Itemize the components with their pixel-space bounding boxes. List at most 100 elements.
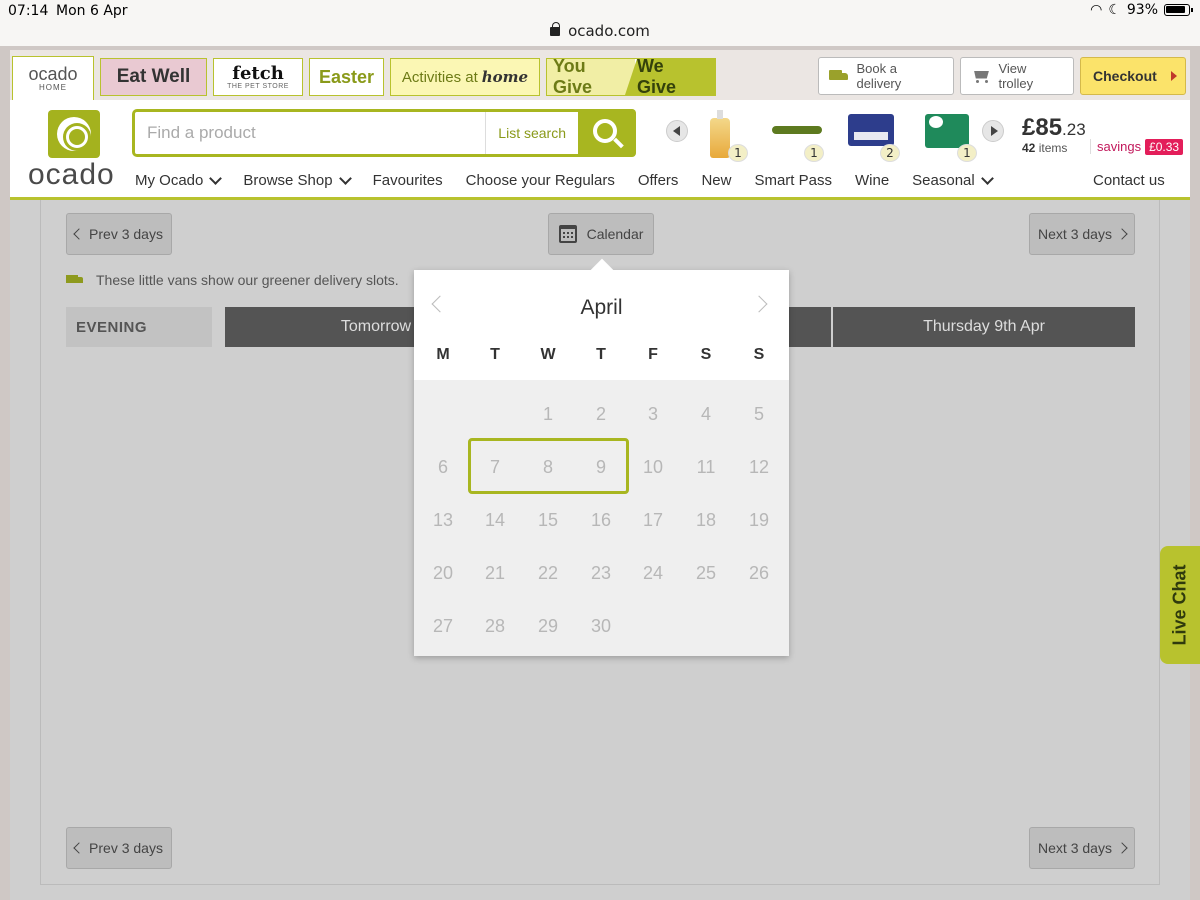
- calendar-month: April: [580, 296, 623, 319]
- trolley-product[interactable]: 1: [925, 110, 977, 162]
- tab-fetch[interactable]: fetch THE PET STORE: [213, 58, 303, 96]
- calendar-day[interactable]: 14: [475, 510, 515, 531]
- product-qty-badge: 1: [804, 144, 824, 162]
- yoghurt-pot-icon: [925, 114, 969, 148]
- calendar-day[interactable]: 18: [686, 510, 726, 531]
- calendar-day[interactable]: 27: [423, 616, 463, 637]
- book-delivery-button[interactable]: Book a delivery: [818, 57, 954, 95]
- hand-wash-bottle-icon: [710, 110, 730, 158]
- nav-favourites[interactable]: Favourites: [373, 172, 443, 189]
- nav-wine[interactable]: Wine: [855, 172, 889, 189]
- tab-activities-at-home[interactable]: Activities at home: [390, 58, 540, 96]
- chevron-right-icon: [1116, 228, 1128, 240]
- status-icons: ◠ ☾ 93%: [1090, 2, 1193, 18]
- search-button[interactable]: [578, 109, 636, 157]
- nav-browse-shop[interactable]: Browse Shop: [243, 171, 352, 189]
- calendar-day[interactable]: 6: [423, 457, 463, 478]
- day-header: Thursday 9th Apr: [833, 307, 1135, 347]
- calendar-day[interactable]: 15: [528, 510, 568, 531]
- calendar-day[interactable]: 19: [739, 510, 779, 531]
- search-bar: List search: [132, 109, 636, 157]
- calendar-button[interactable]: Calendar: [548, 213, 654, 255]
- calendar-day[interactable]: 21: [475, 563, 515, 584]
- logo-wordmark[interactable]: ocado: [28, 158, 115, 192]
- nav-my-ocado[interactable]: My Ocado: [135, 171, 223, 189]
- trolley-item-count: 42 items: [1022, 141, 1067, 155]
- trolley-total[interactable]: £85.23: [1022, 114, 1086, 142]
- calendar-day[interactable]: 17: [633, 510, 673, 531]
- logo-mark-icon: [57, 117, 91, 151]
- calendar-day[interactable]: 4: [686, 404, 726, 425]
- nav-label: Smart Pass: [754, 172, 832, 189]
- tab-eat-well[interactable]: Eat Well: [100, 58, 207, 96]
- calendar-day[interactable]: 24: [633, 563, 673, 584]
- nav-contact-us[interactable]: Contact us: [1093, 172, 1165, 189]
- calendar-day[interactable]: 23: [581, 563, 621, 584]
- tab-easter[interactable]: Easter: [309, 58, 384, 96]
- nav-seasonal[interactable]: Seasonal: [912, 171, 994, 189]
- calendar-day[interactable]: 28: [475, 616, 515, 637]
- calendar-day[interactable]: 3: [633, 404, 673, 425]
- calendar-day[interactable]: 5: [739, 404, 779, 425]
- period-label: EVENING: [66, 307, 212, 347]
- calendar-icon: [558, 225, 577, 243]
- calendar-day[interactable]: 13: [423, 510, 463, 531]
- nav-new[interactable]: New: [701, 172, 731, 189]
- next-3-days-button-bottom[interactable]: Next 3 days: [1029, 827, 1135, 869]
- calendar-label: Calendar: [586, 226, 644, 242]
- trolley-product[interactable]: 2: [848, 110, 900, 162]
- weekday-label: F: [648, 346, 658, 363]
- delivery-truck-icon: [829, 69, 849, 83]
- calendar-day[interactable]: 29: [528, 616, 568, 637]
- next-3-days-button[interactable]: Next 3 days: [1029, 213, 1135, 255]
- calendar-popup: April MTWTFSS 1 2 3 4 5 6 7 8 9 10 11 12 13 14 15 16 17 1…: [414, 270, 789, 656]
- calendar-day[interactable]: 20: [423, 563, 463, 584]
- checkout-label: Checkout: [1093, 68, 1157, 84]
- checkout-button[interactable]: Checkout: [1080, 57, 1186, 95]
- calendar-day[interactable]: 16: [581, 510, 621, 531]
- tab-you-give-we-give[interactable]: You Give We Give: [546, 58, 716, 96]
- vans-note-text: These little vans show our greener deliv…: [96, 272, 399, 288]
- address-bar[interactable]: ocado.com: [0, 22, 1200, 40]
- product-qty-badge: 1: [728, 144, 748, 162]
- nav-label: Choose your Regulars: [465, 172, 615, 189]
- calendar-day[interactable]: 2: [581, 404, 621, 425]
- you-give-label: You Give: [547, 59, 635, 95]
- chevron-left-icon: [73, 228, 85, 240]
- trolley-product[interactable]: 1: [772, 110, 824, 162]
- nav-offers[interactable]: Offers: [638, 172, 679, 189]
- calendar-day[interactable]: 11: [686, 457, 726, 478]
- calendar-day[interactable]: 10: [633, 457, 673, 478]
- calendar-day[interactable]: 22: [528, 563, 568, 584]
- total-pounds: £85: [1022, 114, 1063, 141]
- live-chat-button[interactable]: Live Chat: [1160, 546, 1200, 664]
- next-label: Next 3 days: [1038, 226, 1112, 242]
- list-search-button[interactable]: List search: [485, 112, 578, 154]
- ocado-logo[interactable]: [48, 110, 100, 158]
- nav-smart-pass[interactable]: Smart Pass: [754, 172, 832, 189]
- weekday-label: M: [436, 346, 450, 363]
- nav-label: Favourites: [372, 172, 443, 189]
- chevron-down-icon: [209, 171, 223, 185]
- calendar-day[interactable]: 25: [686, 563, 726, 584]
- moon-icon: ☾: [1108, 2, 1121, 18]
- trolley-prev-button[interactable]: [666, 120, 688, 142]
- calendar-day[interactable]: 30: [581, 616, 621, 637]
- calendar-day[interactable]: 26: [739, 563, 779, 584]
- nav-label: New: [701, 172, 732, 189]
- prev-3-days-button[interactable]: Prev 3 days: [66, 213, 172, 255]
- nav-choose-regulars[interactable]: Choose your Regulars: [466, 172, 615, 189]
- lock-icon: [550, 22, 561, 36]
- next-label: Next 3 days: [1038, 840, 1112, 856]
- nav-label: Seasonal: [912, 172, 975, 189]
- search-input[interactable]: [135, 112, 486, 154]
- savings-value: £0.33: [1145, 139, 1184, 155]
- calendar-day[interactable]: 12: [739, 457, 779, 478]
- trolley-product[interactable]: 1: [710, 110, 748, 162]
- prev-3-days-button-bottom[interactable]: Prev 3 days: [66, 827, 172, 869]
- view-trolley-button[interactable]: View trolley: [960, 57, 1074, 95]
- nav-label: Offers: [637, 172, 679, 189]
- calendar-day[interactable]: 1: [528, 404, 568, 425]
- trolley-next-button[interactable]: [982, 120, 1004, 142]
- tab-ocado-home[interactable]: ocado HOME: [12, 56, 94, 100]
